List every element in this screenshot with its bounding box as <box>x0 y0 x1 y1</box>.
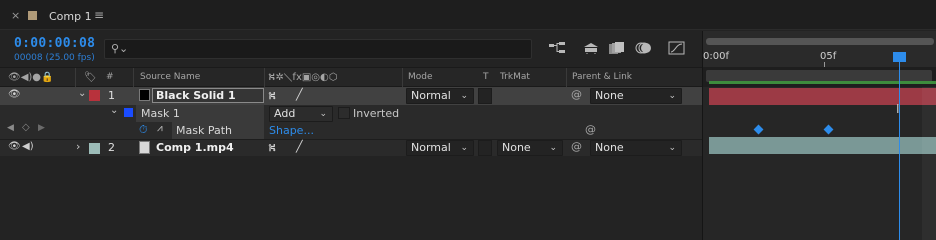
parent-value: None <box>595 141 624 154</box>
solid-thumbnail-icon <box>139 89 150 101</box>
prev-keyframe-icon[interactable]: ◀ <box>7 123 14 133</box>
comp-tab-title: Comp 1 <box>49 10 92 23</box>
mask-path-row[interactable]: ◀ ◇ ▶ ⏱ ⩘ Mask Path Shape... @ <box>0 122 702 139</box>
search-icon: ⚲⌄ <box>111 42 129 55</box>
blend-mode-value: Normal <box>411 141 451 154</box>
chevron-down-icon: ⌄ <box>460 91 468 101</box>
mask-mode-value: Add <box>274 107 296 120</box>
graph-editor-icon[interactable] <box>668 41 686 59</box>
preserve-transparency-toggle[interactable] <box>478 140 492 156</box>
blend-mode-dropdown[interactable]: Normal ⌄ <box>406 88 474 104</box>
footage-thumbnail-icon <box>139 141 150 154</box>
layer-row-2[interactable]: 👁 ◀) › 2 Comp 1.mp4 ⛕ ╱ Normal ⌄ None ⌄ @ … <box>0 139 702 156</box>
pickwhip-icon[interactable]: @ <box>571 88 582 101</box>
expand-chevron-right-icon[interactable]: › <box>76 140 80 153</box>
parent-dropdown[interactable]: None ⌄ <box>590 88 682 104</box>
layer-row-1[interactable]: 👁 ⌄ 1 Black Solid 1 ⛕ ╱ Normal ⌄ @ None ⌄ <box>0 87 702 105</box>
parent-dropdown[interactable]: None ⌄ <box>590 140 682 156</box>
chevron-down-icon: ⌄ <box>668 91 676 101</box>
label-color-swatch[interactable] <box>89 90 100 101</box>
current-time-display[interactable]: 0:00:00:08 <box>14 36 95 51</box>
mask-expand-chevron-icon[interactable]: ⌄ <box>110 105 118 116</box>
layer-number: 1 <box>108 89 115 102</box>
timeline-panel[interactable]: 0:00f 05f I <box>702 31 936 240</box>
draft-3d-icon[interactable] <box>582 41 600 59</box>
pickwhip-icon[interactable]: @ <box>585 123 596 136</box>
panel-menu-icon[interactable]: ≡ <box>94 8 104 22</box>
layer-number-header: # <box>106 72 114 82</box>
mask-name[interactable]: Mask 1 <box>136 105 264 122</box>
inverted-label: Inverted <box>353 107 400 120</box>
motion-blur-icon[interactable] <box>634 41 652 59</box>
trkmat-header: TrkMat <box>500 72 530 82</box>
keyframe-marker[interactable] <box>753 124 764 135</box>
visibility-eye-icon[interactable]: 👁 <box>8 89 21 100</box>
parent-value: None <box>595 89 624 102</box>
layer-name[interactable]: Black Solid 1 <box>152 88 264 103</box>
mask-row[interactable]: ⌄ Mask 1 Add ⌄ Inverted <box>0 105 702 122</box>
blend-mode-dropdown[interactable]: Normal ⌄ <box>406 140 474 156</box>
timeline-controls: 0:00:00:08 00008 (25.00 fps) ⚲⌄ <box>0 31 702 67</box>
chevron-down-icon: ⌄ <box>460 143 468 153</box>
chevron-down-icon: ⌄ <box>549 143 557 153</box>
comp-flowchart-icon[interactable] <box>548 41 566 59</box>
close-tab-icon[interactable]: × <box>11 9 20 22</box>
chevron-down-icon: ⌄ <box>319 109 327 119</box>
ruler-start-label: 0:00f <box>703 51 729 62</box>
comp-tab[interactable]: × Comp 1 ≡ <box>0 0 120 30</box>
shy-switch-icon[interactable]: ⛕ <box>268 141 276 156</box>
graph-icon[interactable]: ⩘ <box>157 123 163 134</box>
mode-header: Mode <box>408 72 433 82</box>
trkmat-dropdown[interactable]: None ⌄ <box>497 140 563 156</box>
chevron-down-icon: ⌄ <box>668 143 676 153</box>
mask-mode-dropdown[interactable]: Add ⌄ <box>269 106 333 122</box>
inverted-checkbox[interactable] <box>338 107 350 119</box>
layer-number: 2 <box>108 141 115 154</box>
shy-switch-icon[interactable]: ⛕ <box>268 89 276 104</box>
visibility-eye-icon[interactable]: 👁 <box>8 141 21 152</box>
av-features-icons: 👁◀)●🔒 <box>8 72 54 83</box>
label-icon[interactable]: 🏷 <box>84 72 97 83</box>
work-area-track[interactable] <box>703 67 936 87</box>
stopwatch-icon[interactable]: ⏱ <box>139 123 148 137</box>
audio-speaker-icon[interactable]: ◀) <box>22 141 34 152</box>
frame-blending-icon[interactable] <box>608 41 626 59</box>
keyframe-marker[interactable] <box>823 124 834 135</box>
mask-path-label: Mask Path <box>172 122 264 139</box>
mask-path-value[interactable]: Shape... <box>269 124 314 137</box>
switches-header-icons: ⛕✲⟍fx▣◎◐⬡ <box>268 72 338 83</box>
end-region <box>922 87 936 240</box>
layer-search-input[interactable]: ⚲⌄ <box>104 39 532 59</box>
next-keyframe-icon[interactable]: ▶ <box>38 123 45 133</box>
t-header: T <box>483 72 489 82</box>
cache-indicator <box>709 81 936 84</box>
layer-2-duration-bar[interactable] <box>709 137 936 154</box>
blend-mode-value: Normal <box>411 89 451 102</box>
source-name-header[interactable]: Source Name <box>140 72 200 82</box>
mask-color-swatch[interactable] <box>124 108 133 117</box>
label-color-swatch[interactable] <box>89 143 100 154</box>
comp-color-swatch <box>28 11 37 20</box>
quality-switch-icon[interactable]: ╱ <box>296 140 303 153</box>
trkmat-value: None <box>502 141 531 154</box>
ruler-mark-label: 05f <box>820 51 837 62</box>
parent-link-header: Parent & Link <box>572 72 632 82</box>
zoom-slider[interactable] <box>706 38 934 45</box>
layer-column-header: 👁◀)●🔒 🏷 # Source Name ⛕✲⟍fx▣◎◐⬡ Mode T T… <box>0 67 702 88</box>
playhead-line[interactable] <box>899 53 900 240</box>
quality-switch-icon[interactable]: ╱ <box>296 88 303 101</box>
frame-count-display: 00008 (25.00 fps) <box>14 53 95 63</box>
add-keyframe-icon[interactable]: ◇ <box>22 122 30 133</box>
pickwhip-icon[interactable]: @ <box>571 140 582 153</box>
preserve-transparency-toggle[interactable] <box>478 88 492 104</box>
expand-chevron-down-icon[interactable]: ⌄ <box>78 88 86 99</box>
layer-1-duration-bar[interactable] <box>709 88 936 105</box>
panel-tab-bar: × Comp 1 ≡ <box>0 0 936 30</box>
layer-name[interactable]: Comp 1.mp4 <box>156 141 234 154</box>
